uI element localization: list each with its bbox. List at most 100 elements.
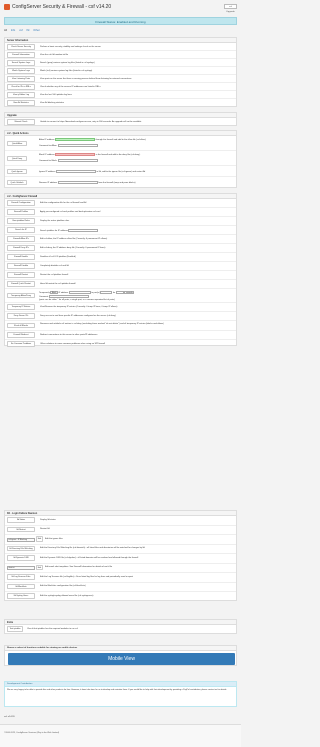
unblock-label: Remove IP address <box>39 181 58 184</box>
syslog-users-button[interactable]: lfd Syslog Users <box>7 593 35 599</box>
fix-problems-button[interactable]: Fix Common Problems <box>7 341 35 347</box>
row-desc: Edit the Log Scanner file (csf.logfiles)… <box>40 575 133 578</box>
deny-ip-input[interactable] <box>55 153 96 156</box>
dirwatch-button[interactable]: lfd Directory File Watching <box>7 545 35 552</box>
quick-allow-button[interactable]: Quick Allow <box>7 141 27 146</box>
row-desc: Edit csf.deny, the IP address deny file … <box>40 246 106 249</box>
ignore-ip-input[interactable] <box>55 169 96 173</box>
watch-logs-button[interactable]: Watch System Logs <box>7 68 35 74</box>
search-ip-button[interactable]: Search for IP <box>7 227 35 233</box>
table-row: csf.ignore - IP Blocking Edit Edit the ign… <box>5 535 236 545</box>
table-row: View iptables Rules Display the active ip… <box>5 217 236 226</box>
flush-blocks-button[interactable]: Flush all Blocks <box>7 323 35 329</box>
firewall-disable-button[interactable]: Firewall Disable <box>7 263 35 269</box>
manual-check-button[interactable]: Manual Check <box>7 119 35 125</box>
row-desc: Have lfd restart the csf iptables firewa… <box>40 282 76 285</box>
upgrade-panel: Upgrade Manual Check Unable to connect to… <box>4 112 237 126</box>
tab-csf[interactable]: csf <box>19 28 22 34</box>
row-desc: View/Remove the temporary IP entries (Cu… <box>40 305 118 308</box>
row-desc: Edit the Dynamic DNS file (csf.dyndns) -… <box>40 556 139 559</box>
table-row: Firewall Information View the csf+lfd rea… <box>5 51 236 59</box>
firewall-restart-button[interactable]: Firewall Restart <box>7 272 35 278</box>
search-logs-button[interactable]: Search System Logs <box>7 60 35 66</box>
firewall-config-button[interactable]: Firewall Configuration <box>7 200 35 206</box>
row-desc: Edit the syslog/rsyslog allowed users fi… <box>40 594 94 597</box>
view-iptables-button[interactable]: View iptables Rules <box>7 218 35 224</box>
row-desc: View the last 100 iptables log lines <box>40 93 72 96</box>
table-row: Search for IP Search iptables for IP addr… <box>5 226 236 235</box>
table-row: Watch System Logs Watch (tail) various sy… <box>5 67 236 75</box>
firewall-enable-button[interactable]: Firewall Enable <box>7 254 35 260</box>
row-desc: Check whether any of the servers IP addr… <box>40 85 101 88</box>
temp-comment-input[interactable] <box>49 294 90 298</box>
firewall-info-button[interactable]: Firewall Information <box>7 52 35 58</box>
temp-ip-input[interactable] <box>68 290 91 294</box>
deny-server-ips-button[interactable]: Deny Server IPs <box>7 313 35 319</box>
lfd-panel: lfd - Login Failure Daemon lfd Status Dis… <box>4 510 237 601</box>
lfd-stats-button[interactable]: View lfd Statistics <box>7 100 35 106</box>
temp-unit-select[interactable]: seconds <box>124 290 135 294</box>
temp-comment-label: Comment: <box>39 295 49 298</box>
tab-info[interactable]: Info <box>11 28 15 34</box>
tab-lfd[interactable]: lfd <box>27 28 30 34</box>
quick-unblock-button[interactable]: Quick Unblock <box>7 180 27 185</box>
quick-ignore-button[interactable]: Quick Ignore <box>7 169 27 174</box>
lfd-status-button[interactable]: lfd Status <box>7 517 35 523</box>
row-desc: Edit the ignore files <box>45 537 63 540</box>
alerts-select[interactable]: alert.txt <box>7 566 35 570</box>
temp-allow-deny-button[interactable]: Temporary Allow/Deny <box>7 293 35 299</box>
log-scanner-button[interactable]: lfd Log Scanner Files <box>7 574 35 580</box>
ignore-label: Ignore IP address <box>39 170 56 173</box>
row-desc: Restart lfd <box>40 528 50 531</box>
firewall-profiles-button[interactable]: Firewall Profiles <box>7 209 35 215</box>
firewall-redirect-button[interactable]: Firewall Redirect <box>7 332 35 338</box>
row-desc: Edit csf.allow, the IP address allow fil… <box>40 237 108 240</box>
table-row: lfd Syslog Users Edit the syslog/rsyslog … <box>5 592 236 602</box>
row-desc: View lfd blocking statistics <box>40 101 64 104</box>
page-footer: ©2006-2023, ConfigServer Services (Way t… <box>0 724 241 747</box>
allow-ips-button[interactable]: Firewall Allow IPs <box>7 236 35 242</box>
check-security-button[interactable]: Check Server Security <box>7 44 35 50</box>
mobile-view-button[interactable]: Mobile View <box>8 652 235 665</box>
deny-comment-input[interactable] <box>57 159 98 162</box>
dyndns-button[interactable]: lfd Dynamic DNS <box>7 555 35 561</box>
deny-label-post: in the firewall and add to the deny file… <box>95 154 141 157</box>
table-row: Check Server Security Perform a basic sec… <box>5 43 236 51</box>
extra-panel: Extra Test iptables Check that iptables h… <box>4 619 237 634</box>
blocklists-button[interactable]: lfd Blocklists <box>7 583 35 590</box>
quick-restart-button[interactable]: Firewall Quick Restart <box>7 281 35 287</box>
table-row: View Listening Ports View ports on the se… <box>5 75 236 83</box>
temp-allow-deny-row: Temporary Allow/Deny Temporarily Block I… <box>5 289 236 303</box>
quick-deny-button[interactable]: Quick Deny <box>7 156 27 161</box>
temp-entries-button[interactable]: Temporary IP Entries <box>7 304 35 310</box>
check-rbl-button[interactable]: Check for IPs in RBLs <box>7 84 35 90</box>
unblock-ip-input[interactable] <box>57 180 98 184</box>
table-row: lfd Restart Restart lfd <box>5 526 236 535</box>
table-row: Test iptables Check that iptables has the… <box>5 625 236 633</box>
tab-all[interactable]: All <box>4 28 7 34</box>
temp-duration-input[interactable] <box>115 290 124 294</box>
table-row: Flush all Blocks Removes and unblocks all… <box>5 321 236 331</box>
copyright: ©2006-2023, ConfigServer Services (Way t… <box>4 732 60 734</box>
allow-comment-input[interactable] <box>57 144 98 147</box>
upgrade-button[interactable]: csf Upgrade <box>224 4 237 13</box>
temp-action-select[interactable]: Block <box>50 290 58 294</box>
search-ip-input[interactable] <box>68 228 99 232</box>
deny-ips-button[interactable]: Firewall Deny IPs <box>7 245 35 251</box>
iptables-log-button[interactable]: View ipTables Log <box>7 92 35 98</box>
temp-port-input[interactable] <box>100 290 113 294</box>
tab-other[interactable]: Other <box>33 28 40 34</box>
test-iptables-button[interactable]: Test iptables <box>7 626 23 632</box>
table-row: View ipTables Log View the last 100 iptab… <box>5 91 236 99</box>
ignore-files-select[interactable]: csf.ignore - IP Blocking <box>7 537 35 542</box>
lfd-restart-button[interactable]: lfd Restart <box>7 526 35 533</box>
alerts-edit-button[interactable]: Edit <box>36 564 43 571</box>
firewall-status-banner: Firewall Status: Enabled and Running <box>4 17 237 25</box>
listening-ports-button[interactable]: View Listening Ports <box>7 76 35 82</box>
allow-comment-label: Comment for Allow: <box>39 145 58 148</box>
tab-bar: All Info csf lfd Other <box>4 28 40 34</box>
row-desc: Display the active iptables rules <box>40 219 70 222</box>
table-row: Temporary IP Entries View/Remove the temp… <box>5 303 236 312</box>
ignore-files-edit-button[interactable]: Edit <box>36 536 43 542</box>
allow-ip-input[interactable] <box>55 138 96 141</box>
